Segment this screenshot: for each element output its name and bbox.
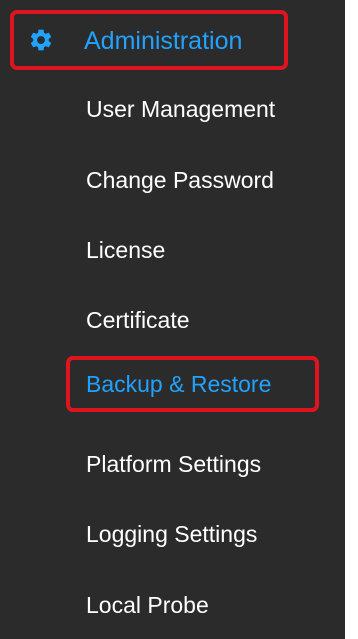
gear-icon — [30, 29, 52, 51]
menu-item-platform-settings[interactable]: Platform Settings — [86, 450, 261, 478]
menu-item-backup-restore[interactable]: Backup & Restore — [86, 370, 271, 398]
menu-item-local-probe[interactable]: Local Probe — [86, 591, 209, 619]
administration-label: Administration — [84, 27, 243, 55]
menu-item-logging-settings[interactable]: Logging Settings — [86, 520, 257, 548]
admin-sidebar: Administration User Management Change Pa… — [0, 0, 345, 639]
menu-item-certificate[interactable]: Certificate — [86, 306, 190, 334]
menu-item-user-management[interactable]: User Management — [86, 95, 275, 123]
menu-item-license[interactable]: License — [86, 236, 165, 264]
administration-section-header[interactable]: Administration — [10, 10, 288, 70]
menu-item-change-password[interactable]: Change Password — [86, 166, 274, 194]
